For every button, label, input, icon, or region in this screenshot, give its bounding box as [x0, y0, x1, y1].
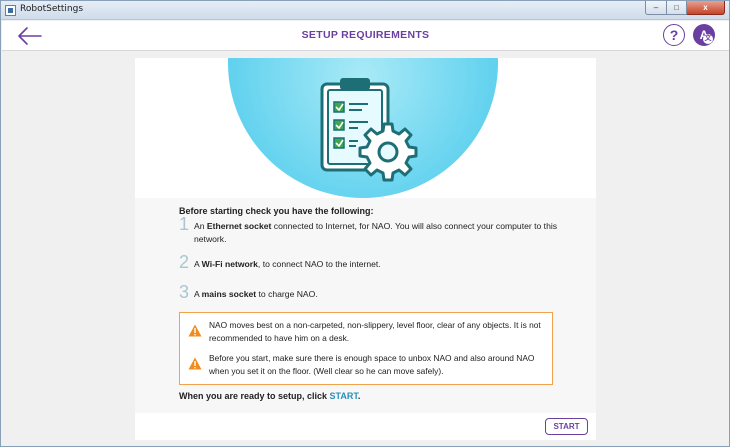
- app-window: RobotSettings – □ x SETUP REQUIREMENTS ?…: [0, 0, 730, 447]
- maximize-button[interactable]: □: [667, 1, 687, 15]
- clipboard-checklist-icon: [320, 78, 418, 182]
- translate-sub-icon: 文: [703, 34, 713, 44]
- page-title: SETUP REQUIREMENTS: [301, 29, 430, 41]
- warning-icon: [188, 357, 202, 370]
- hero-illustration: [135, 58, 596, 198]
- step-number: 1: [179, 214, 190, 234]
- start-reference: START: [329, 391, 358, 401]
- language-button[interactable]: A 文: [693, 24, 715, 46]
- warning-text: NAO moves best on a non-carpeted, non-sl…: [209, 320, 541, 343]
- window-controls: – □ x: [645, 1, 725, 15]
- requirement-text: A Wi-Fi network, to connect NAO to the i…: [194, 259, 381, 269]
- warning-text: Before you start, make sure there is eno…: [209, 353, 535, 376]
- warning-box: NAO moves best on a non-carpeted, non-sl…: [179, 312, 553, 385]
- window-titlebar[interactable]: RobotSettings – □ x: [1, 1, 729, 20]
- requirements-content: Before starting check you have the follo…: [179, 206, 559, 401]
- requirement-text: An Ethernet socket connected to Internet…: [194, 221, 558, 244]
- warning-icon: [188, 324, 202, 337]
- step-number: 2: [179, 252, 190, 272]
- step-number: 3: [179, 282, 190, 302]
- close-button[interactable]: x: [687, 1, 725, 15]
- help-button[interactable]: ?: [663, 24, 685, 46]
- app-icon: [5, 5, 16, 16]
- requirements-heading: Before starting check you have the follo…: [179, 206, 374, 216]
- start-button[interactable]: START: [545, 418, 588, 435]
- window-title: RobotSettings: [20, 4, 84, 14]
- requirement-text: A mains socket to charge NAO.: [194, 289, 318, 299]
- requirements-card: Before starting check you have the follo…: [135, 58, 596, 440]
- card-footer: START: [135, 413, 596, 440]
- minimize-button[interactable]: –: [645, 1, 667, 15]
- ready-instruction: When you are ready to setup, click START…: [179, 391, 361, 401]
- app-header: SETUP REQUIREMENTS ? A 文: [2, 21, 729, 51]
- question-mark-icon: ?: [669, 27, 679, 43]
